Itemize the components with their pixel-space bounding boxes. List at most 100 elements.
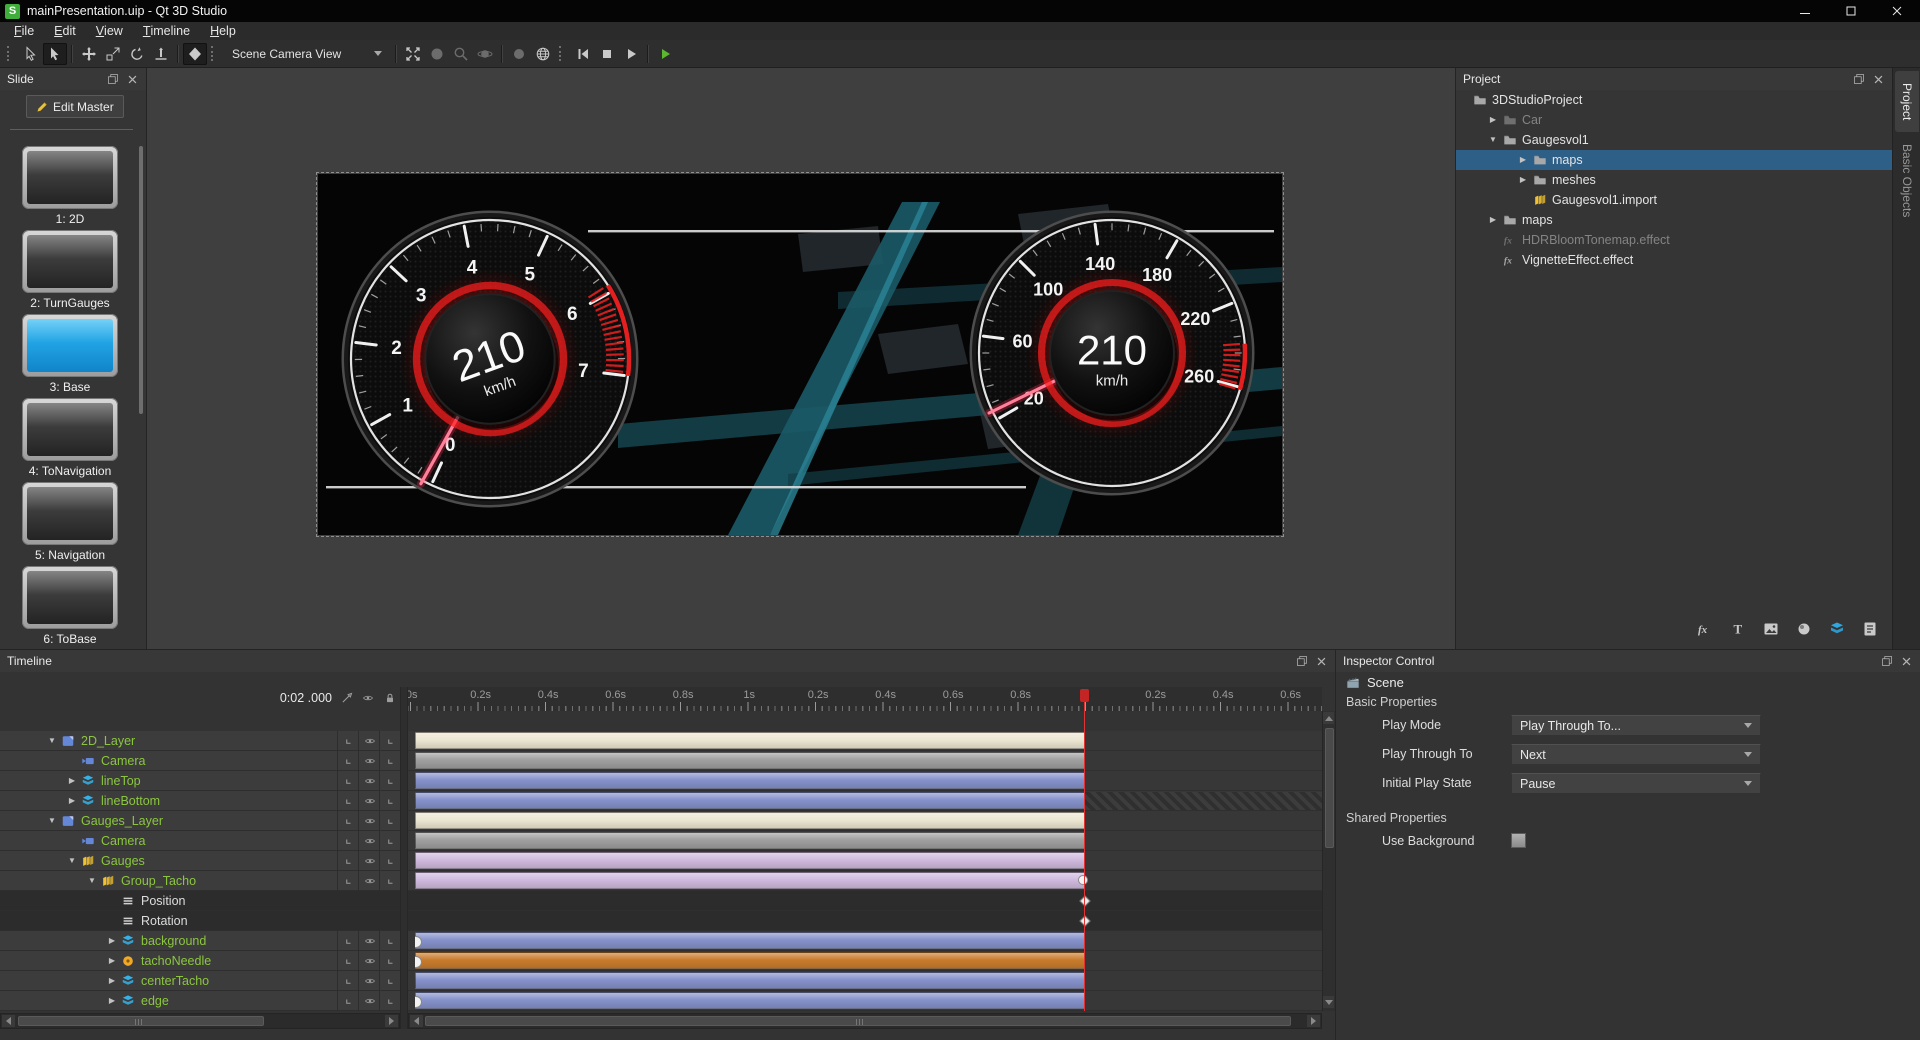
visibility-toggle-icon[interactable] — [362, 692, 374, 704]
slide-thumbnail[interactable] — [22, 146, 118, 209]
zoom-tool[interactable] — [449, 43, 473, 65]
rotate-tool[interactable] — [125, 43, 149, 65]
menu-item-view[interactable]: View — [86, 22, 133, 40]
expander-right-icon[interactable]: ▶ — [67, 771, 77, 791]
slide-item[interactable]: 4: ToNavigation — [0, 398, 140, 478]
project-tree-item[interactable]: fxHDRBloomTonemap.effect — [1456, 230, 1892, 250]
keyframe-diamond-marker[interactable] — [1079, 895, 1090, 906]
expander-down-icon[interactable]: ▼ — [67, 851, 77, 871]
timeline-row-label-cell[interactable]: ▶centerTacho — [0, 971, 400, 991]
lock-toggle-icon[interactable] — [379, 791, 401, 811]
timeline-row-label-cell[interactable]: ▼Group_Tacho — [0, 871, 400, 891]
timeline-row-label-cell[interactable]: Camera — [0, 831, 400, 851]
timeline-row-label-cell[interactable]: ▼2D_Layer — [0, 731, 400, 751]
track-time-bar[interactable] — [415, 972, 1085, 989]
shy-toggle-icon[interactable] — [337, 951, 359, 971]
expander-down-icon[interactable]: ▼ — [47, 731, 57, 751]
track-time-bar[interactable] — [415, 772, 1085, 789]
expander-down-icon[interactable]: ▼ — [1488, 130, 1498, 150]
float-panel-icon[interactable] — [1852, 72, 1866, 86]
visibility-toggle-icon[interactable] — [358, 851, 380, 871]
keyframe-diamond-marker[interactable] — [1079, 915, 1090, 926]
track-time-bar[interactable] — [415, 952, 1085, 969]
maximize-button[interactable] — [1828, 0, 1874, 22]
close-panel-icon[interactable] — [125, 72, 139, 86]
project-tree-item[interactable]: Gaugesvol1.import — [1456, 190, 1892, 210]
slide-thumbnail[interactable] — [22, 314, 118, 377]
timeline-track[interactable] — [408, 951, 1322, 971]
timeline-row[interactable]: ▼Gauges_Layer — [0, 811, 1335, 831]
visibility-toggle-icon[interactable] — [358, 771, 380, 791]
timeline-track[interactable] — [408, 871, 1322, 891]
dock-tab-project[interactable]: Project — [1895, 71, 1919, 132]
timeline-row[interactable]: Camera — [0, 751, 1335, 771]
track-time-bar[interactable] — [415, 792, 1085, 809]
helper-grid-toggle[interactable] — [531, 43, 555, 65]
timeline-row[interactable]: Rotation — [0, 911, 1335, 931]
shy-toggle-icon[interactable] — [337, 731, 359, 751]
float-panel-icon[interactable] — [106, 72, 120, 86]
timeline-row[interactable]: ▶lineBottom — [0, 791, 1335, 811]
float-panel-icon[interactable] — [1880, 654, 1894, 668]
fit-selected-button[interactable] — [401, 43, 425, 65]
slide-item[interactable]: 5: Navigation — [0, 482, 140, 562]
slide-scrollbar[interactable] — [139, 146, 143, 414]
timeline-row-label-cell[interactable]: ▼Gauges_Layer — [0, 811, 400, 831]
timeline-track[interactable] — [408, 731, 1322, 751]
expander-right-icon[interactable]: ▶ — [1518, 150, 1528, 170]
shy-toggle-icon[interactable] — [337, 871, 359, 891]
timeline-row-label-cell[interactable]: ▶tachoNeedle — [0, 951, 400, 971]
slide-thumbnail[interactable] — [22, 482, 118, 545]
scroll-right-icon[interactable] — [1307, 1015, 1320, 1027]
project-tree-item[interactable]: ▼Gaugesvol1 — [1456, 130, 1892, 150]
visibility-toggle-icon[interactable] — [358, 831, 380, 851]
project-tree-item[interactable]: ▶maps — [1456, 150, 1892, 170]
visibility-toggle-icon[interactable] — [358, 791, 380, 811]
timeline-splitter[interactable] — [400, 687, 408, 1029]
image-library-button[interactable] — [1759, 618, 1783, 640]
scroll-down-icon[interactable] — [1323, 996, 1334, 1008]
behavior-library-button[interactable] — [1858, 618, 1882, 640]
play-button[interactable] — [619, 43, 643, 65]
field-checkbox-use-background[interactable] — [1511, 833, 1526, 848]
autoset-keyframes-toggle[interactable] — [183, 43, 207, 65]
select-group-tool[interactable] — [43, 43, 67, 65]
timeline-row[interactable]: ▼Group_Tacho — [0, 871, 1335, 891]
track-horizontal-scrollbar[interactable] — [408, 1013, 1322, 1029]
timeline-row[interactable]: ▼2D_Layer — [0, 731, 1335, 751]
material-library-button[interactable] — [1792, 618, 1816, 640]
visibility-toggle-icon[interactable] — [358, 871, 380, 891]
visibility-toggle-icon[interactable] — [358, 971, 380, 991]
slide-item[interactable]: 1: 2D — [0, 146, 140, 226]
track-time-bar[interactable] — [415, 992, 1085, 1009]
lock-toggle-icon[interactable] — [379, 731, 401, 751]
select-item-tool[interactable] — [19, 43, 43, 65]
field-dropdown-initial-play-state[interactable]: Pause — [1511, 773, 1761, 794]
scroll-right-icon[interactable] — [385, 1015, 398, 1027]
lock-toggle-icon[interactable] — [379, 771, 401, 791]
timeline-row[interactable]: ▶background — [0, 931, 1335, 951]
menu-item-file[interactable]: File — [4, 22, 44, 40]
expander-right-icon[interactable]: ▶ — [1488, 110, 1498, 130]
close-panel-icon[interactable] — [1899, 654, 1913, 668]
shy-toggle-icon[interactable] — [337, 751, 359, 771]
timeline-row[interactable]: ▼Gauges — [0, 851, 1335, 871]
lock-toggle-icon[interactable] — [379, 951, 401, 971]
track-time-bar[interactable] — [415, 812, 1085, 829]
expander-down-icon[interactable]: ▼ — [87, 871, 97, 891]
orientation-toggle[interactable] — [149, 43, 173, 65]
orbit-tool[interactable] — [473, 43, 497, 65]
track-time-bar[interactable] — [415, 752, 1085, 769]
scroll-left-icon[interactable] — [2, 1015, 15, 1027]
dock-tab-basic-objects[interactable]: Basic Objects — [1895, 132, 1919, 229]
expander-right-icon[interactable]: ▶ — [67, 791, 77, 811]
shy-toggle-icon[interactable] — [337, 971, 359, 991]
project-tree-item[interactable]: ▶meshes — [1456, 170, 1892, 190]
shading-mode-button[interactable] — [425, 43, 449, 65]
shy-toggle-icon[interactable] — [337, 931, 359, 951]
shy-toggle-icon[interactable] — [337, 791, 359, 811]
expander-right-icon[interactable]: ▶ — [1488, 210, 1498, 230]
expander-right-icon[interactable]: ▶ — [107, 951, 117, 971]
playhead-marker[interactable] — [1080, 689, 1089, 702]
timeline-track[interactable] — [408, 831, 1322, 851]
